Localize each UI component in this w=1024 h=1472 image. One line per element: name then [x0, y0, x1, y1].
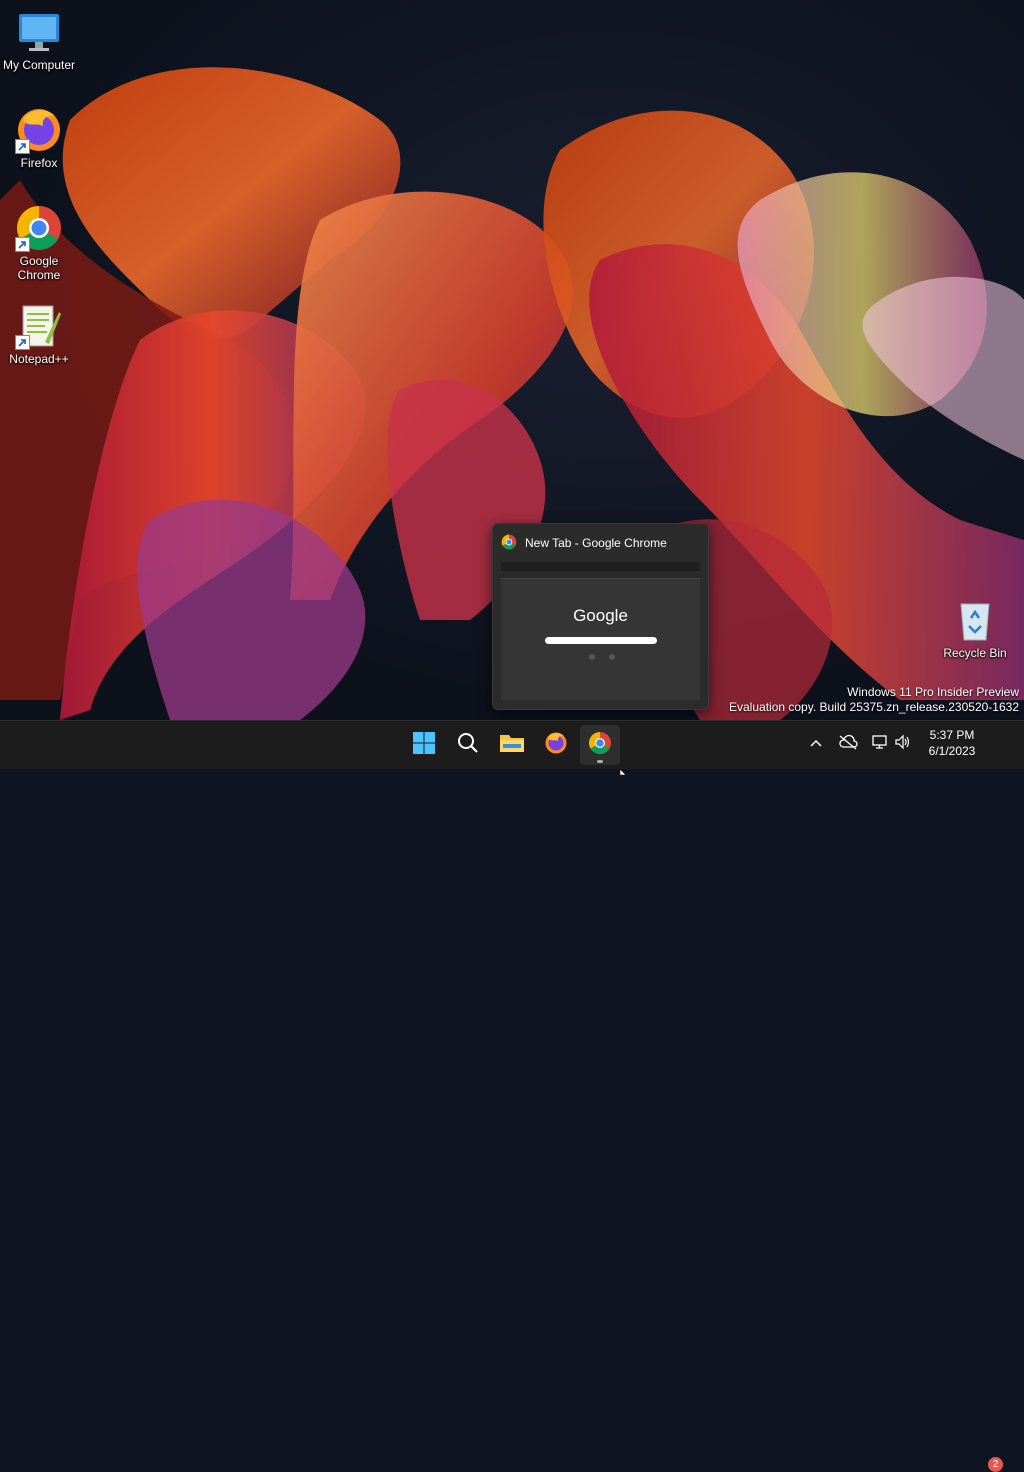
- running-indicator: [597, 760, 603, 763]
- desktop-icon-my-computer[interactable]: My Computer: [0, 8, 78, 72]
- shortcut-arrow-icon: [15, 139, 30, 154]
- firefox-icon: [544, 731, 568, 760]
- mouse-pointer-icon: [619, 762, 628, 780]
- shortcut-arrow-icon: [15, 335, 30, 350]
- shortcut-arrow-icon: [15, 237, 30, 252]
- clock-date: 6/1/2023: [928, 744, 976, 758]
- preview-title: New Tab - Google Chrome: [501, 534, 667, 552]
- thumb-google-logo: Google: [573, 606, 628, 625]
- chrome-icon: [501, 534, 517, 553]
- desktop-icon-label: Firefox: [20, 156, 58, 170]
- clock-time: 5:37 PM: [929, 728, 975, 742]
- desktop-icon-label: My Computer: [2, 58, 76, 72]
- thumb-shortcut: [609, 654, 615, 660]
- start-icon: [412, 731, 436, 760]
- desktop-icon-label: Google Chrome: [17, 254, 61, 282]
- desktop-icon-firefox[interactable]: Firefox: [0, 106, 78, 170]
- volume-tray-button[interactable]: [892, 733, 914, 755]
- chrome-icon: [588, 731, 612, 760]
- desktop-icon-recycle-bin[interactable]: Recycle Bin: [936, 596, 1014, 660]
- search-button[interactable]: [448, 725, 488, 765]
- onedrive-offline-icon: [838, 734, 858, 755]
- monitor-icon: [15, 8, 63, 56]
- file-explorer-button[interactable]: [492, 725, 532, 765]
- thumb-shortcut: [589, 654, 595, 660]
- network-tray-button[interactable]: [869, 733, 891, 755]
- volume-icon: [894, 734, 912, 755]
- desktop-icon-label: Recycle Bin: [943, 646, 1007, 660]
- taskbar-clock[interactable]: 5:37 PM 6/1/2023: [916, 727, 988, 759]
- desktop-icon-google-chrome[interactable]: Google Chrome: [0, 204, 78, 282]
- chrome-taskbar-button[interactable]: [580, 725, 620, 765]
- network-icon: [871, 734, 889, 755]
- preview-title-text: New Tab - Google Chrome: [525, 536, 667, 550]
- thumb-tabbar: [501, 562, 700, 571]
- file-explorer-icon: [499, 732, 525, 759]
- watermark-build: Evaluation copy. Build 25375.zn_release.…: [729, 700, 1019, 714]
- firefox-icon: [15, 106, 63, 154]
- onedrive-tray-button[interactable]: [837, 733, 859, 755]
- desktop-icon-label: Notepad++: [9, 352, 69, 366]
- watermark-edition: Windows 11 Pro Insider Preview: [847, 685, 1019, 699]
- recycle-bin-icon: [951, 596, 999, 644]
- chevron-up-icon: [809, 735, 823, 753]
- start-button[interactable]: [404, 725, 444, 765]
- chrome-taskbar-preview[interactable]: New Tab - Google Chrome Google: [492, 523, 709, 710]
- chrome-icon: [15, 204, 63, 252]
- notepadpp-icon: [15, 302, 63, 350]
- preview-thumbnail[interactable]: Google: [501, 562, 700, 700]
- notification-badge[interactable]: 2: [988, 1457, 1003, 1472]
- taskbar: 2: [0, 720, 1024, 1472]
- desktop-icon-notepadpp[interactable]: Notepad++: [0, 302, 78, 366]
- windows-watermark: Windows 11 Pro Insider Preview Evaluatio…: [729, 685, 1019, 715]
- show-hidden-icons-button[interactable]: [805, 733, 827, 755]
- search-icon: [457, 732, 479, 759]
- thumb-search-box: [545, 637, 657, 644]
- firefox-taskbar-button[interactable]: [536, 725, 576, 765]
- thumb-address-bar: [501, 571, 700, 579]
